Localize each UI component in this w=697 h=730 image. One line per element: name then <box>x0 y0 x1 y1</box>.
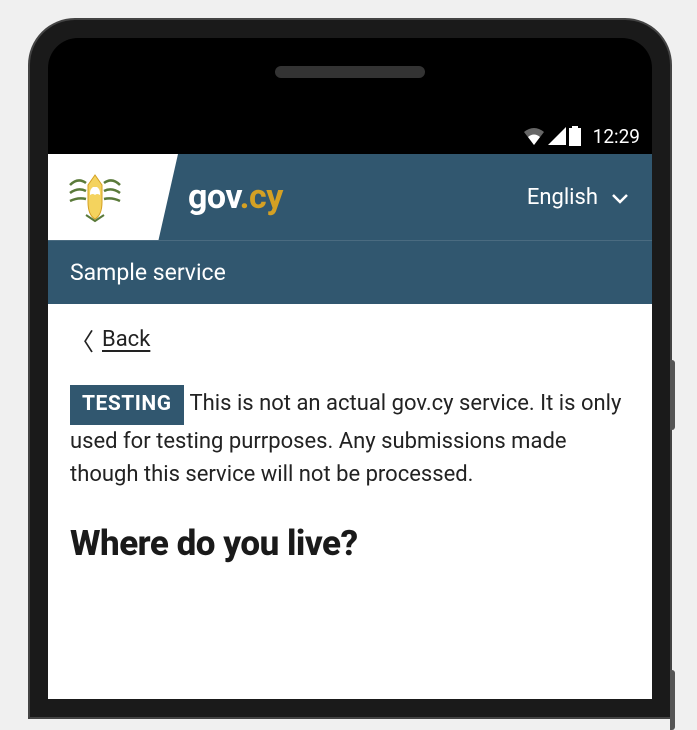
wifi-icon <box>523 127 545 145</box>
phone-side-button <box>670 360 675 430</box>
status-time: 12:29 <box>593 125 640 148</box>
battery-icon <box>569 126 581 146</box>
phone-side-button <box>670 670 675 730</box>
signal-icon <box>548 127 566 145</box>
logo-container[interactable] <box>48 154 178 240</box>
phone-inner: 12:29 <box>48 38 652 699</box>
cyprus-emblem-icon <box>60 167 130 227</box>
screen: 12:29 <box>48 118 652 699</box>
chevron-left-icon: 〈 <box>70 322 94 357</box>
brand-dot-text: . <box>240 177 249 217</box>
brand-gov-text: gov <box>188 177 240 217</box>
phone-frame: 12:29 <box>30 20 670 717</box>
brand-cy-text: cy <box>249 177 283 217</box>
site-header: gov.cy English Sample service <box>48 154 652 304</box>
back-link[interactable]: 〈 Back <box>70 322 150 357</box>
page-heading: Where do you live? <box>70 523 630 564</box>
language-label: English <box>527 185 598 210</box>
site-brand[interactable]: gov.cy <box>188 177 283 217</box>
status-icons <box>523 126 581 146</box>
service-name: Sample service <box>48 240 652 304</box>
status-bar: 12:29 <box>48 118 652 154</box>
chevron-down-icon <box>612 185 628 210</box>
testing-notice: TESTINGThis is not an actual gov.cy serv… <box>70 385 630 491</box>
testing-badge: TESTING <box>70 385 184 425</box>
header-top: gov.cy English <box>48 154 652 240</box>
main-content: 〈 Back TESTINGThis is not an actual gov.… <box>48 304 652 582</box>
back-link-text: Back <box>102 327 150 352</box>
language-selector[interactable]: English <box>527 185 628 210</box>
phone-speaker <box>275 66 425 78</box>
